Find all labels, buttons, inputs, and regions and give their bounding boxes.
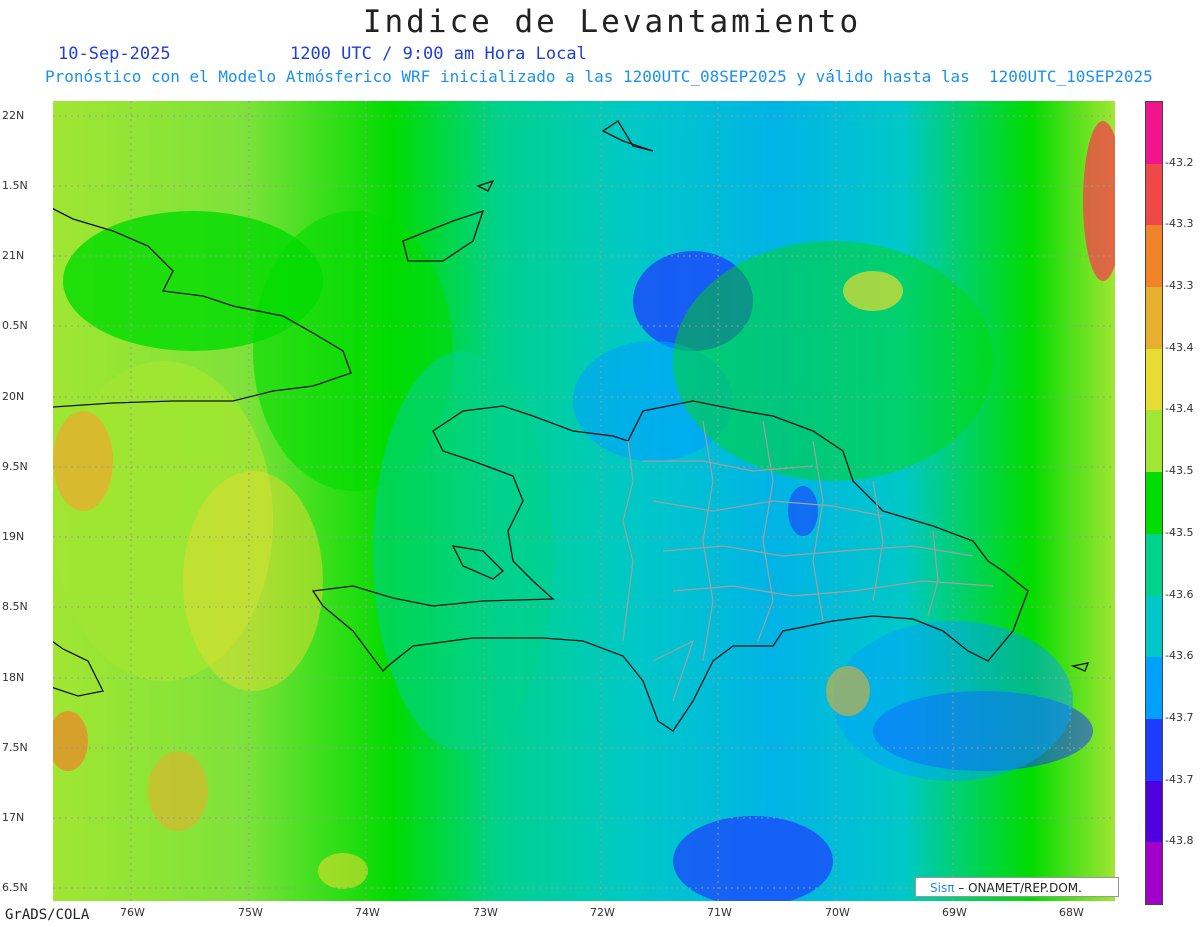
colorbar-segment [1146,348,1162,411]
lon-label: 74W [355,906,380,919]
credit-box: Sisπ – ONAMET/REP.DOM. [915,877,1119,897]
colorbar-label: -43.5 [1165,525,1194,539]
lon-label: 73W [473,906,498,919]
colorbar-segment [1146,287,1162,350]
colorbar-label: -43.6 [1165,649,1194,663]
lat-label: 1.5N [2,179,28,192]
map-canvas [37,101,1123,906]
time-label: 1200 UTC / 9:00 am Hora Local [290,44,587,64]
lat-label: 7.5N [2,741,28,754]
colorbar-segment [1146,842,1162,905]
lat-label: 19N [2,530,25,543]
lon-label: 71W [707,906,732,919]
colorbar-segment [1146,533,1162,597]
colorbar-segment [1146,410,1162,473]
lat-label: 22N [2,109,25,122]
lon-label: 70W [825,906,850,919]
date-label: 10-Sep-2025 [58,44,171,64]
lon-label: 68W [1059,906,1084,919]
lon-label: 75W [238,906,263,919]
map-title: Indice de Levantamiento [362,4,862,40]
lat-label: 6.5N [2,881,28,894]
lat-label: 8.5N [2,600,28,613]
colorbar-segment [1146,472,1162,535]
colorbar-label: -43.7 [1165,710,1194,724]
colorbar-segment [1146,780,1162,843]
colorbar-label: -43.2 [1165,155,1194,169]
colorbar-segment [1146,657,1162,720]
lat-label: 17N [2,811,25,824]
colorbar-label: -43.8 [1165,834,1194,848]
colorbar-label: -43.4 [1165,402,1194,416]
lon-label: 76W [120,906,145,919]
colorbar-label: -43.3 [1165,279,1194,293]
lon-label: 69W [942,906,967,919]
lat-label: 9.5N [2,460,28,473]
credit-brand: Sisπ [930,881,955,895]
colorbar [1145,101,1163,905]
lon-label: 72W [590,906,615,919]
colorbar-label: -43.4 [1165,340,1194,354]
colorbar-label: -43.6 [1165,587,1194,601]
credit-text: – ONAMET/REP.DOM. [954,881,1082,895]
lat-label: 20N [2,390,25,403]
colorbar-label: -43.7 [1165,772,1194,786]
colorbar-segment [1146,163,1162,226]
colorbar-segment [1146,595,1162,658]
grads-label: GrADS/COLA [5,907,90,923]
colorbar-label: -43.5 [1165,464,1194,478]
colorbar-label: -43.3 [1165,217,1194,231]
lifted-index-map [37,101,1123,906]
colorbar-segment [1146,102,1162,165]
forecast-description: Pronóstico con el Modelo Atmósferico WRF… [45,67,1153,86]
lat-label: 18N [2,671,25,684]
colorbar-segment [1146,225,1162,288]
lat-label: 0.5N [2,319,28,332]
colorbar-segment [1146,718,1162,782]
lat-label: 21N [2,249,25,262]
